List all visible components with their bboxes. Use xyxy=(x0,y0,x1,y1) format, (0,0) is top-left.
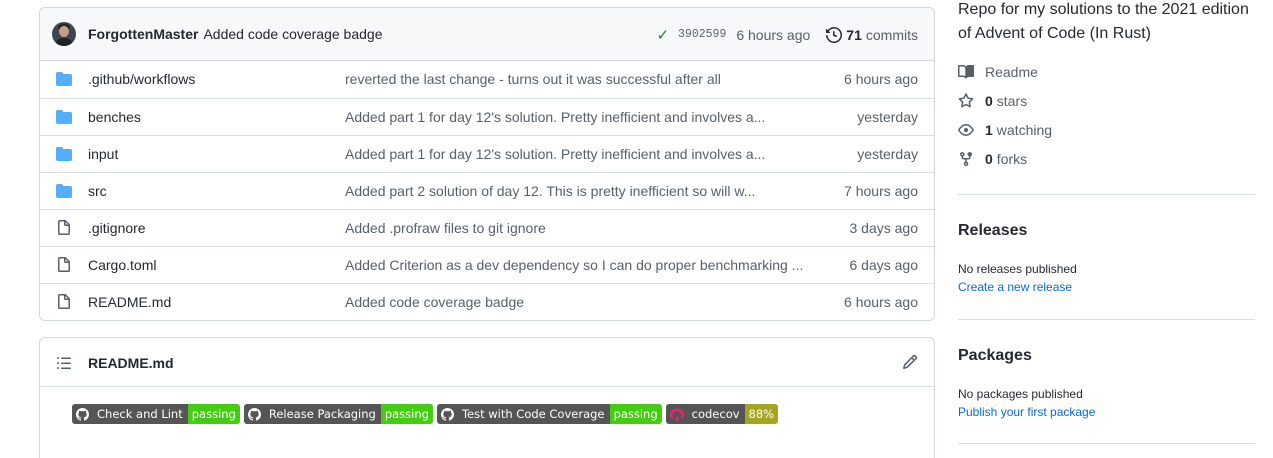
divider xyxy=(958,443,1255,444)
publish-package-link[interactable]: Publish your first package xyxy=(958,405,1095,419)
file-name-link[interactable]: README.md xyxy=(88,294,171,310)
fork-icon xyxy=(960,152,972,167)
file-commit-age: 6 hours ago xyxy=(844,294,918,310)
badge-label: Release Packaging xyxy=(268,407,376,421)
status-badge[interactable]: Release Packaging passing xyxy=(243,404,433,424)
file-name-link[interactable]: input xyxy=(88,146,118,162)
commit-count: 71 xyxy=(846,26,862,43)
create-release-link[interactable]: Create a new release xyxy=(958,280,1072,294)
about-description: Repo for my solutions to the 2021 editio… xyxy=(958,1,1249,42)
readme-box: README.md Check and Lint passing Release P… xyxy=(39,337,935,458)
badge-status: passing xyxy=(609,404,662,424)
file-name-link[interactable]: src xyxy=(88,183,107,199)
folder-icon xyxy=(56,183,72,198)
file-commit-age: yesterday xyxy=(857,146,918,162)
commit-author-link[interactable]: ForgottenMaster xyxy=(88,26,198,42)
file-name-link[interactable]: .gitignore xyxy=(88,220,146,236)
file-name-link[interactable]: Cargo.toml xyxy=(88,257,156,273)
latest-commit-bar: ForgottenMaster Added code coverage badg… xyxy=(40,8,934,61)
codecov-icon xyxy=(669,407,688,421)
avatar[interactable] xyxy=(52,22,76,46)
file-commit-message-link[interactable]: Added part 1 for day 12's solution. Pret… xyxy=(345,146,805,162)
file-icon xyxy=(56,220,72,235)
readme-header: README.md xyxy=(40,338,934,387)
list-icon[interactable] xyxy=(56,355,72,371)
commits-label: commits xyxy=(865,26,918,43)
file-commit-message-link[interactable]: Added Criterion as a dev dependency so I… xyxy=(345,257,805,273)
forks-label: forks xyxy=(996,151,1028,167)
commit-time: 6 hours ago xyxy=(736,26,811,43)
watchers-link[interactable]: 1 watching xyxy=(958,122,1052,138)
folder-icon xyxy=(56,71,72,86)
file-row[interactable]: .gitignore Added .profraw files to git ig… xyxy=(40,209,934,246)
file-browser: ForgottenMaster Added code coverage badg… xyxy=(39,7,935,321)
badge-status: 88% xyxy=(744,404,779,424)
history-icon xyxy=(826,26,843,43)
readme-label: Readme xyxy=(985,64,1038,80)
divider xyxy=(958,194,1255,195)
divider xyxy=(958,319,1255,320)
file-row[interactable]: src Added part 2 solution of day 12. This… xyxy=(40,172,934,209)
watching-label: watching xyxy=(996,122,1053,138)
book-icon xyxy=(958,64,974,79)
releases-note: No releases published xyxy=(958,262,1077,276)
packages-note: No packages published xyxy=(958,387,1083,401)
file-commit-age: 7 hours ago xyxy=(844,183,918,199)
watching-count: 1 xyxy=(985,122,993,138)
file-row[interactable]: Cargo.toml Added Criterion as a dev depen… xyxy=(40,246,934,283)
file-row[interactable]: input Added part 1 for day 12's solution.… xyxy=(40,135,934,172)
releases-title[interactable]: Releases xyxy=(958,222,1027,240)
eye-icon xyxy=(958,124,974,136)
commit-sha-link[interactable]: 3902599 xyxy=(678,28,726,41)
badge-status: passing xyxy=(380,404,433,424)
folder-icon xyxy=(56,146,72,161)
file-commit-age: yesterday xyxy=(857,109,918,125)
badge-row: Check and Lint passing Release Packaging pa… xyxy=(72,404,779,424)
check-icon[interactable]: ✓ xyxy=(656,26,669,44)
status-badge[interactable]: Test with Code Coverage passing xyxy=(436,404,662,424)
file-commit-message-link[interactable]: Added part 1 for day 12's solution. Pret… xyxy=(345,109,805,125)
pencil-icon[interactable] xyxy=(902,354,918,370)
packages-title[interactable]: Packages xyxy=(958,347,1032,365)
status-badge[interactable]: Check and Lint passing xyxy=(72,404,240,424)
file-row[interactable]: .github/workflows reverted the last chang… xyxy=(40,61,934,98)
status-badge[interactable]: codecov 88% xyxy=(665,404,779,424)
readme-title: README.md xyxy=(88,355,174,371)
commits-history-link[interactable]: 71 commits xyxy=(826,27,918,43)
stars-label: stars xyxy=(996,93,1028,109)
file-row[interactable]: benches Added part 1 for day 12's solutio… xyxy=(40,98,934,135)
file-commit-message-link[interactable]: Added part 2 solution of day 12. This is… xyxy=(345,183,805,199)
badge-status: passing xyxy=(187,404,240,424)
file-icon xyxy=(56,257,72,272)
file-commit-age: 6 hours ago xyxy=(844,71,918,87)
readme-link[interactable]: Readme xyxy=(958,64,1038,80)
folder-icon xyxy=(56,109,72,124)
file-icon xyxy=(56,294,72,309)
file-commit-message-link[interactable]: Added code coverage badge xyxy=(345,294,805,310)
stars-count: 0 xyxy=(985,93,993,109)
github-icon xyxy=(76,407,93,421)
commit-message-link[interactable]: Added code coverage badge xyxy=(203,26,382,42)
file-commit-age: 3 days ago xyxy=(849,220,919,236)
file-name-link[interactable]: benches xyxy=(88,109,141,125)
stars-link[interactable]: 0 stars xyxy=(958,93,1027,109)
github-icon xyxy=(247,407,265,421)
star-icon xyxy=(958,93,974,108)
badge-label: Check and Lint xyxy=(97,407,183,421)
badge-label: Test with Code Coverage xyxy=(461,407,605,421)
forks-link[interactable]: 0 forks xyxy=(958,151,1027,167)
forks-count: 0 xyxy=(985,151,993,167)
badge-label: codecov xyxy=(691,407,740,421)
file-commit-message-link[interactable]: Added .profraw files to git ignore xyxy=(345,220,805,236)
file-commit-message-link[interactable]: reverted the last change - turns out it … xyxy=(345,71,805,87)
file-commit-age: 6 days ago xyxy=(849,257,919,273)
file-row[interactable]: README.md Added code coverage badge 6 hour… xyxy=(40,283,934,320)
github-icon xyxy=(440,407,458,421)
file-name-link[interactable]: .github/workflows xyxy=(88,71,195,87)
